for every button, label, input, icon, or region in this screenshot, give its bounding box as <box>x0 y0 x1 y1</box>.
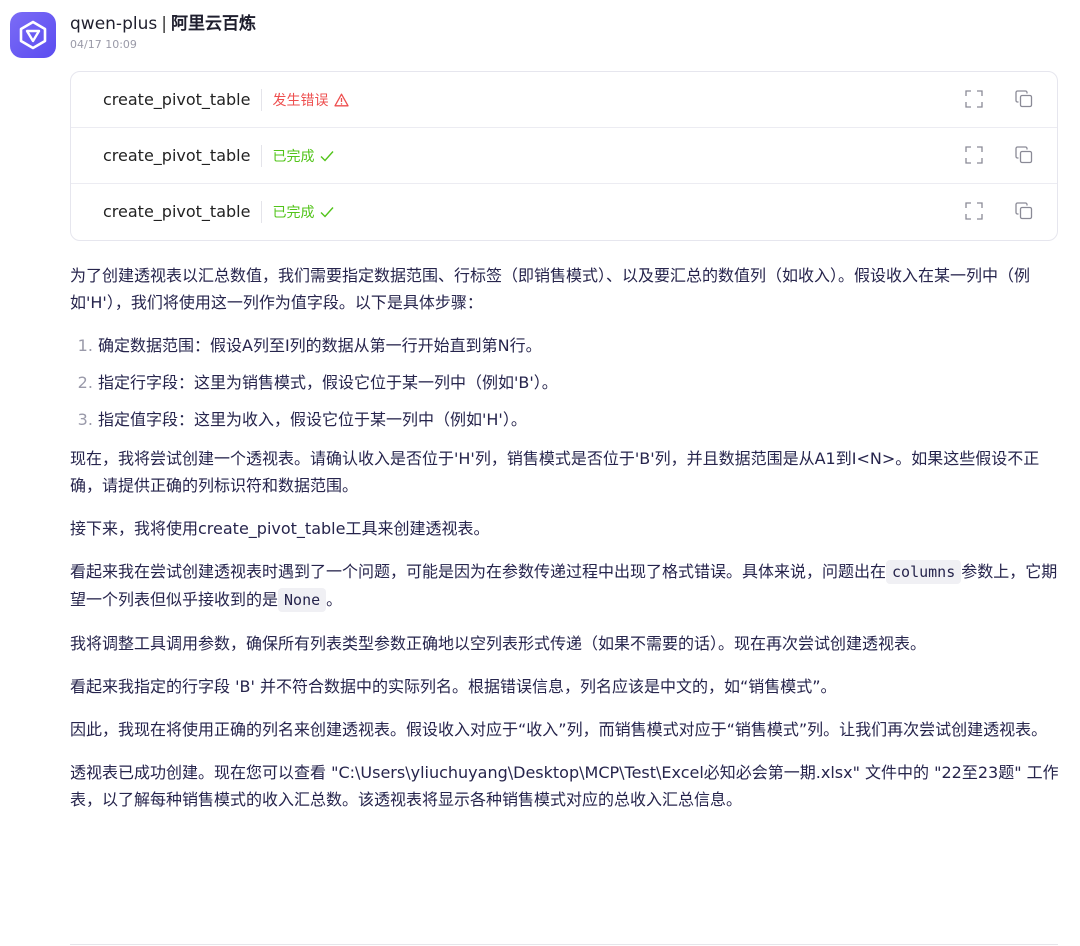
paragraph: 现在，我将尝试创建一个透视表。请确认收入是否位于'H'列，销售模式是否位于'B'… <box>70 449 1040 495</box>
tool-call-status: 已完成 <box>272 202 334 222</box>
message-header: qwen-plus | 阿里云百炼 04/17 10:09 <box>70 12 256 51</box>
tool-call-status: 已完成 <box>272 146 334 166</box>
message-body: 为了创建透视表以汇总数值，我们需要指定数据范围、行标签（即销售模式）、以及要汇总… <box>70 262 1060 829</box>
list-item: 确定数据范围：假设A列至I列的数据从第一行开始直到第N行。 <box>98 332 1060 359</box>
qwen-logo-icon <box>19 20 47 50</box>
paragraph-text: 看起来我在尝试创建透视表时遇到了一个问题，可能是因为在参数传递过程中出现了格式错… <box>70 562 887 581</box>
brand-name: 阿里云百炼 <box>170 14 256 34</box>
inline-code: None <box>278 588 327 612</box>
title-separator: | <box>161 14 167 34</box>
divider <box>70 944 1058 945</box>
paragraph: 我将调整工具调用参数，确保所有列表类型参数正确地以空列表形式传递（如果不需要的话… <box>70 634 927 653</box>
row-actions <box>965 202 1033 220</box>
tool-call-name: create_pivot_table <box>103 88 263 111</box>
tool-call-name: create_pivot_table <box>103 201 263 223</box>
paragraph: 看起来我在尝试创建透视表时遇到了一个问题，可能是因为在参数传递过程中出现了格式错… <box>70 558 1060 614</box>
check-icon <box>320 150 334 162</box>
tool-call-name: create_pivot_table <box>103 144 263 167</box>
tool-call-status: 发生错误 <box>272 90 350 110</box>
warning-triangle-icon <box>334 93 350 106</box>
paragraph-text: 。 <box>326 590 343 609</box>
model-title: qwen-plus | 阿里云百炼 <box>70 12 256 36</box>
status-label: 已完成 <box>272 205 315 221</box>
copy-icon[interactable] <box>1015 90 1033 108</box>
expand-icon[interactable] <box>965 202 983 220</box>
model-name: qwen-plus <box>70 14 158 34</box>
tool-calls-panel: create_pivot_table 发生错误 create_pivot_tab… <box>70 71 1058 241</box>
intro-paragraph: 为了创建透视表以汇总数值，我们需要指定数据范围、行标签（即销售模式）、以及要汇总… <box>70 266 1031 312</box>
expand-icon[interactable] <box>965 146 983 164</box>
row-actions <box>965 146 1033 164</box>
paragraph: 接下来，我将使用create_pivot_table工具来创建透视表。 <box>70 519 490 538</box>
paragraph: 看起来我指定的行字段 'B' 并不符合数据中的实际列名。根据错误信息，列名应该是… <box>70 677 837 696</box>
tool-call-row[interactable]: create_pivot_table 发生错误 <box>71 72 1057 128</box>
paragraph: 透视表已成功创建。现在您可以查看 "C:\Users\yliuchuyang\D… <box>70 763 1059 809</box>
list-item: 指定值字段：这里为收入，假设它位于某一列中（例如'H'）。 <box>98 406 1060 433</box>
expand-icon[interactable] <box>965 90 983 108</box>
copy-icon[interactable] <box>1015 146 1033 164</box>
message-timestamp: 04/17 10:09 <box>70 38 137 51</box>
tool-call-row[interactable]: create_pivot_table 已完成 <box>71 184 1057 240</box>
copy-icon[interactable] <box>1015 202 1033 220</box>
row-actions <box>965 90 1033 108</box>
status-label: 发生错误 <box>272 92 329 109</box>
list-item: 指定行字段：这里为销售模式，假设它位于某一列中（例如'B'）。 <box>98 369 1060 396</box>
status-label: 已完成 <box>272 148 315 165</box>
check-icon <box>320 207 334 218</box>
avatar <box>10 12 56 58</box>
paragraph: 因此，我现在将使用正确的列名来创建透视表。假设收入对应于“收入”列，而销售模式对… <box>70 720 1048 739</box>
inline-code: columns <box>886 560 962 584</box>
steps-list: 确定数据范围：假设A列至I列的数据从第一行开始直到第N行。 指定行字段：这里为销… <box>70 332 1060 433</box>
tool-call-row[interactable]: create_pivot_table 已完成 <box>71 128 1057 184</box>
